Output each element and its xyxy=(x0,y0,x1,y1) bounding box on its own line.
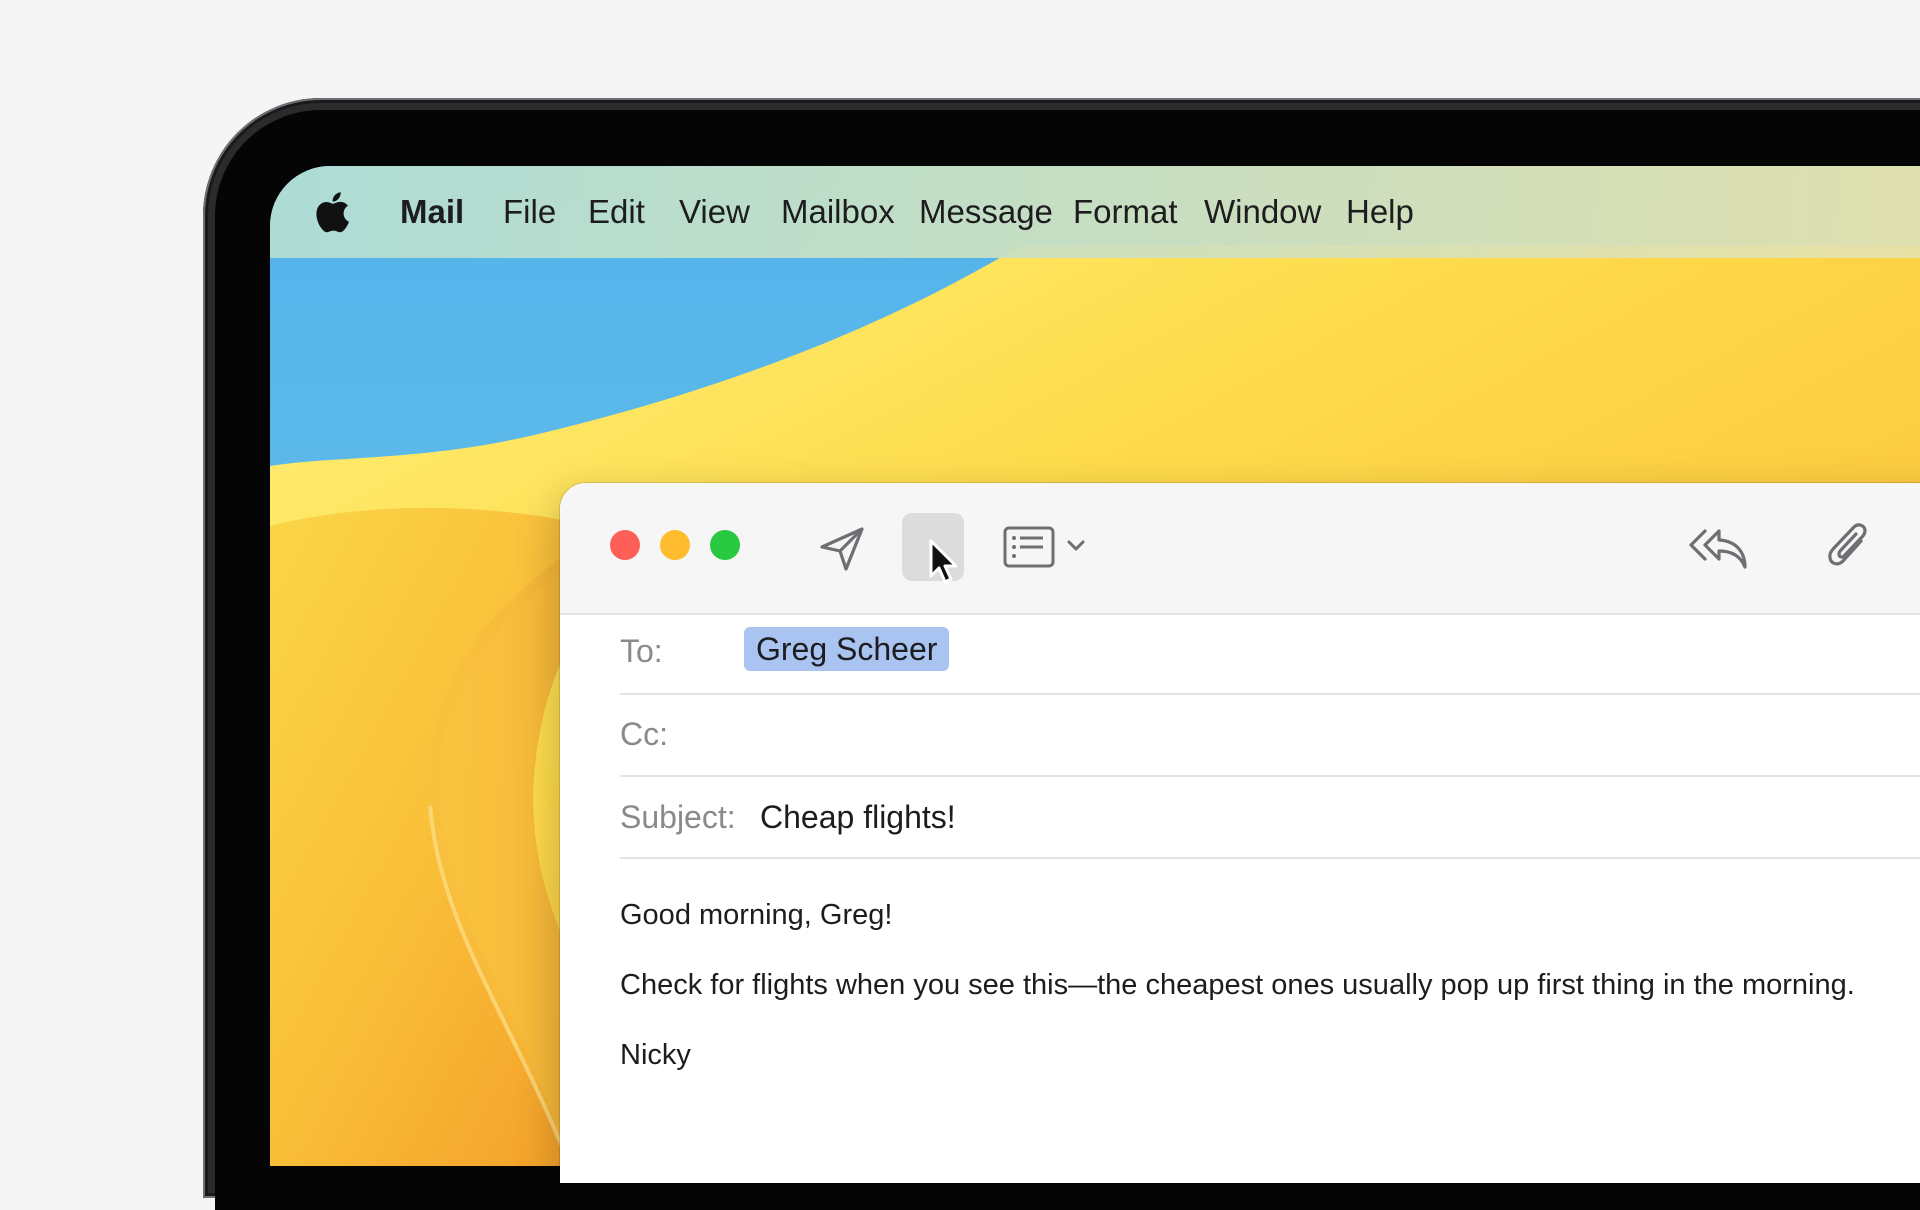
to-label: To: xyxy=(620,633,663,669)
menu-bar: Mail File Edit View Mailbox Message Form… xyxy=(270,166,1920,258)
cc-label: Cc: xyxy=(620,716,668,752)
menu-view[interactable]: View xyxy=(679,192,750,232)
menu-mailbox[interactable]: Mailbox xyxy=(781,192,895,232)
zoom-button[interactable] xyxy=(710,530,740,560)
minimize-button[interactable] xyxy=(660,530,690,560)
to-field-row[interactable]: To: Greg Scheer xyxy=(620,613,1920,695)
compose-toolbar xyxy=(560,483,1920,615)
subject-value[interactable]: Cheap flights! xyxy=(760,797,956,837)
body-line-greeting[interactable]: Good morning, Greg! xyxy=(620,897,892,933)
header-fields-icon[interactable] xyxy=(1003,525,1055,569)
body-line-signature[interactable]: Nicky xyxy=(620,1037,691,1073)
send-icon[interactable] xyxy=(818,525,868,573)
body-line-message[interactable]: Check for flights when you see this—the … xyxy=(620,967,1855,1003)
subject-field-row[interactable]: Subject: Cheap flights! xyxy=(620,777,1920,859)
menu-format[interactable]: Format xyxy=(1073,192,1178,232)
cc-field-row[interactable]: Cc: xyxy=(620,695,1920,777)
menu-edit[interactable]: Edit xyxy=(588,192,645,232)
menu-message[interactable]: Message xyxy=(919,192,1053,232)
menu-file[interactable]: File xyxy=(503,192,556,232)
close-button[interactable] xyxy=(610,530,640,560)
apple-icon[interactable] xyxy=(314,190,350,234)
menu-mail[interactable]: Mail xyxy=(400,192,464,232)
reply-all-icon[interactable] xyxy=(1687,523,1749,571)
subject-label: Subject: xyxy=(620,799,736,835)
recipient-token[interactable]: Greg Scheer xyxy=(744,627,950,671)
menu-help[interactable]: Help xyxy=(1346,192,1414,232)
chevron-down-icon[interactable] xyxy=(1066,539,1086,553)
menu-window[interactable]: Window xyxy=(1204,192,1321,232)
paperclip-icon[interactable] xyxy=(1825,521,1869,573)
mouse-pointer-icon xyxy=(929,539,958,584)
compose-window: To: Greg Scheer Cc: Subject: Cheap fligh… xyxy=(560,483,1920,1183)
